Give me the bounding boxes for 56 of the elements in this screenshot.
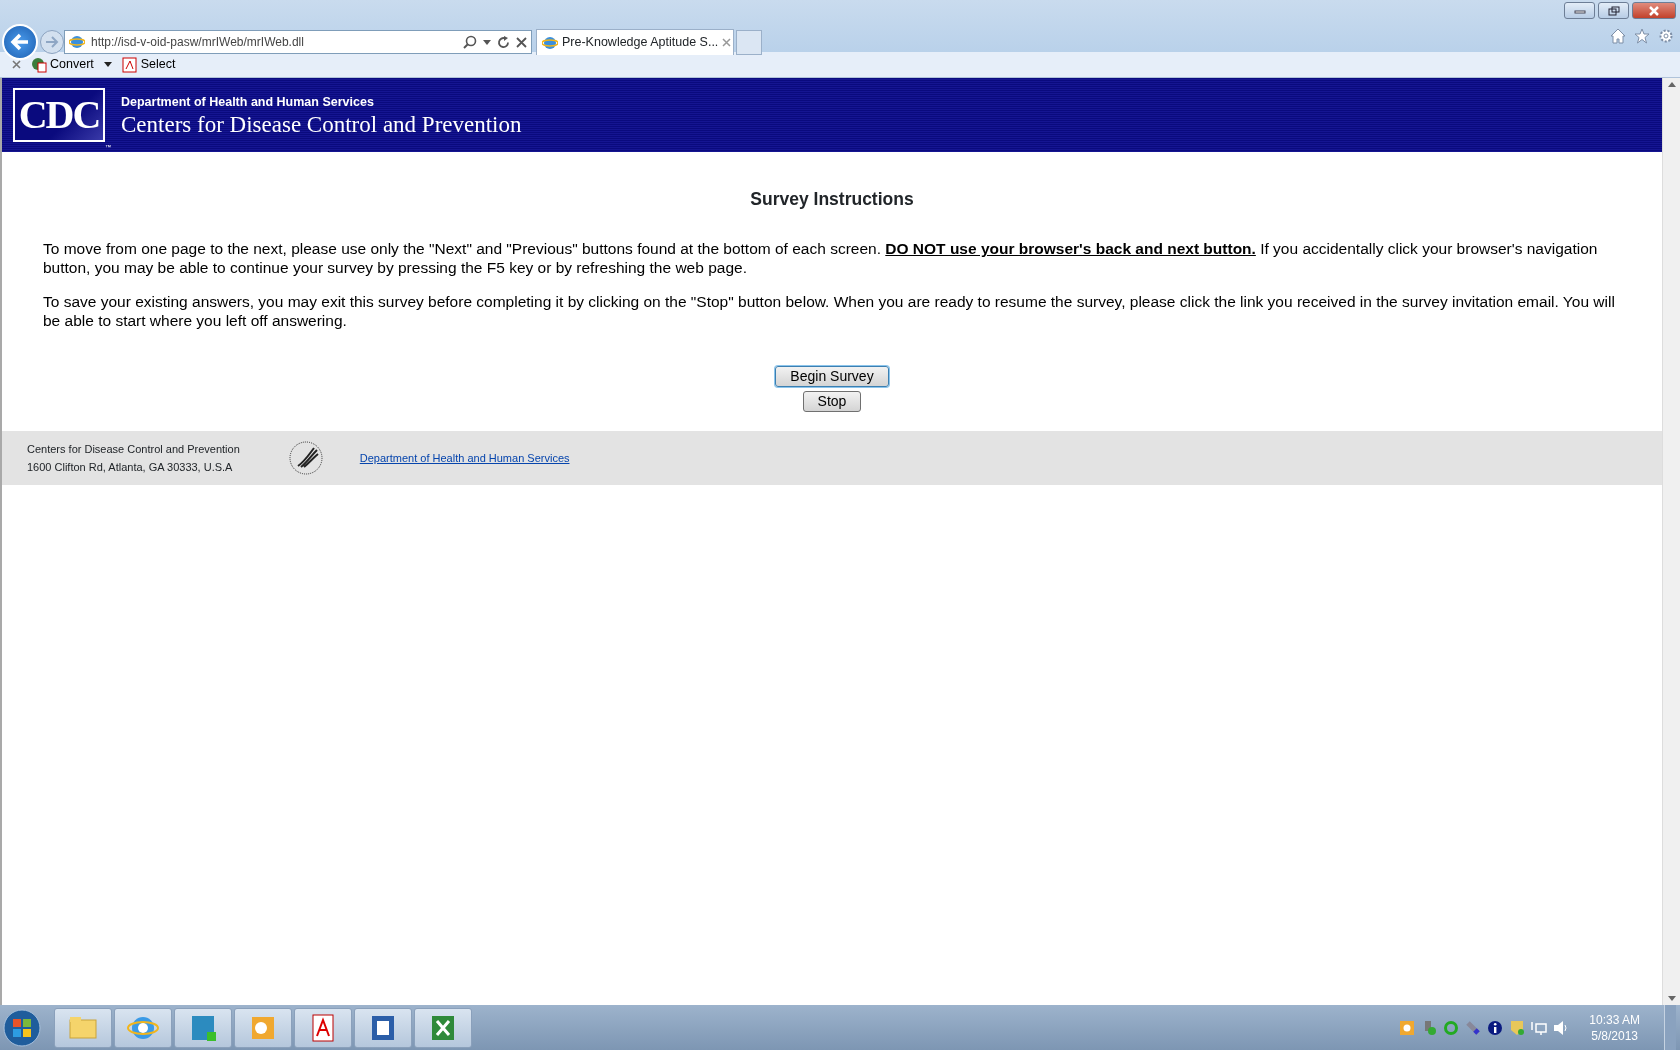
- dropdown-caret-icon[interactable]: [483, 39, 491, 45]
- instruction-paragraph: To save your existing answers, you may exit this survey before completing it by clicking on the "Stop" button below. When you are ready to resume the survey, please click the link you received in the survey invitation email. You will be able to start where you left off answering.: [43, 293, 1616, 331]
- instruction-paragraph: To move from one page to the next, please use only the "Next" and "Previous" buttons found at the bottom of each screen. DO NOT use your browser's back and next button. If you accidentally click your browser's navigation button, you may be able to continue your survey by pressing the F5 key or by refreshing the web page.: [43, 240, 1599, 278]
- search-icon[interactable]: [463, 35, 477, 49]
- convert-button[interactable]: Convert: [29, 55, 96, 74]
- taskbar-app-button[interactable]: [174, 1007, 232, 1048]
- new-tab-button[interactable]: [736, 29, 762, 55]
- browser-page-icon: [542, 34, 558, 51]
- browser-tab[interactable]: Pre-Knowledge Aptitude S...: [536, 29, 734, 55]
- taskbar-app-button[interactable]: [234, 1007, 292, 1048]
- stop-icon[interactable]: [516, 36, 527, 48]
- address-text: http://isd-v-oid-pasw/mrIWeb/mrIWeb.dll: [91, 34, 305, 51]
- minimize-icon: [1573, 7, 1586, 14]
- start-button[interactable]: [2, 1007, 42, 1048]
- home-icon[interactable]: [1610, 28, 1626, 44]
- dropdown-caret-icon[interactable]: [103, 62, 112, 67]
- agency-name: Centers for Disease Control and Prevention: [121, 111, 522, 137]
- vertical-scrollbar[interactable]: [1662, 78, 1680, 1005]
- close-tab-icon[interactable]: [722, 38, 732, 47]
- show-desktop-button[interactable]: [1664, 1005, 1676, 1050]
- taskbar-app-button[interactable]: [354, 1007, 412, 1048]
- scroll-up-icon: [1667, 82, 1676, 87]
- globe-document-icon: [31, 56, 47, 73]
- speaker-icon[interactable]: [1553, 1019, 1570, 1036]
- footer-text: 1600 Clifton Rd, Atlanta, GA 30333, U.S.A: [27, 460, 234, 476]
- hhs-link[interactable]: Department of Health and Human Services: [359, 450, 570, 467]
- taskbar-app-button[interactable]: [294, 1007, 352, 1048]
- footer-text: Centers for Disease Control and Prevention: [27, 442, 240, 458]
- taskbar-app-button[interactable]: [414, 1007, 472, 1048]
- address-bar[interactable]: http://isd-v-oid-pasw/mrIWeb/mrIWeb.dll: [64, 30, 532, 54]
- taskbar-app-button[interactable]: [114, 1007, 172, 1048]
- forward-arrow-icon: [45, 36, 59, 48]
- close-icon[interactable]: [12, 60, 21, 69]
- back-arrow-icon: [10, 33, 30, 51]
- info-icon[interactable]: [1487, 1019, 1504, 1036]
- page-title: Survey Instructions: [749, 188, 915, 211]
- back-button[interactable]: [2, 24, 38, 60]
- browser-page-icon: [69, 34, 85, 50]
- restore-icon: [1607, 5, 1620, 16]
- network-computer-icon[interactable]: [1531, 1019, 1548, 1036]
- department-name: Department of Health and Human Services: [121, 93, 375, 111]
- gear-icon[interactable]: [1658, 28, 1674, 44]
- close-icon: [1648, 5, 1660, 16]
- forward-button[interactable]: [40, 30, 64, 54]
- star-icon[interactable]: [1634, 28, 1650, 44]
- select-button[interactable]: Select: [119, 55, 178, 74]
- survey-button[interactable]: Begin Survey: [775, 366, 889, 388]
- windows-logo-icon: [2, 1007, 42, 1048]
- cdc-logo: CDC: [13, 88, 105, 142]
- scroll-down-icon: [1667, 996, 1676, 1001]
- restore-button[interactable]: [1598, 2, 1629, 19]
- survey-button[interactable]: Stop: [802, 391, 862, 413]
- minimize-button[interactable]: [1564, 2, 1595, 19]
- close-button[interactable]: [1632, 2, 1676, 19]
- refresh-icon[interactable]: [497, 35, 510, 49]
- document-icon: [121, 56, 138, 73]
